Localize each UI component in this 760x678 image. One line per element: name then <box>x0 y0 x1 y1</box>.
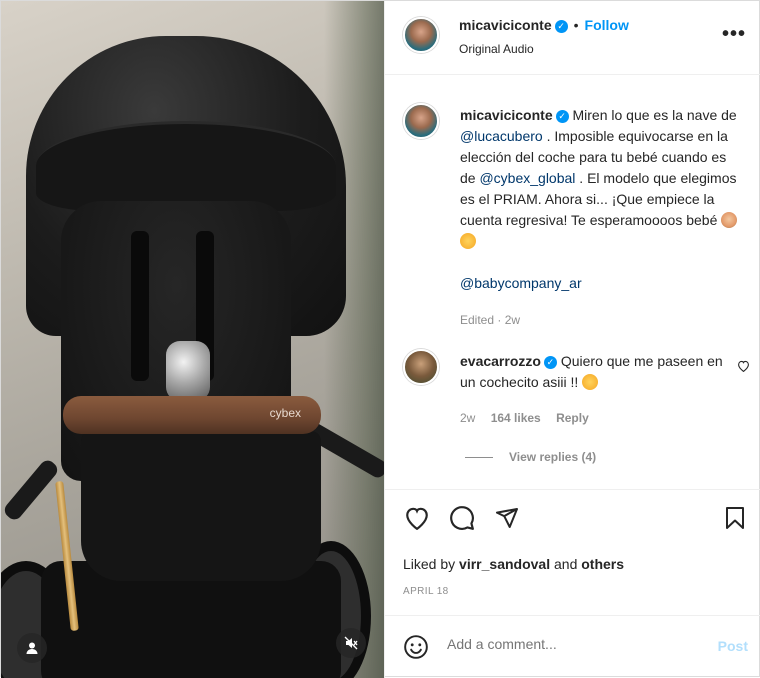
caption-part: Miren lo que es la nave de <box>572 107 737 123</box>
heart-icon <box>738 360 749 373</box>
verified-badge-icon: ✓ <box>555 110 569 123</box>
like-button[interactable] <box>403 504 431 532</box>
post-header: micaviciconte ✓ • Follow Original Audio ••• <box>385 1 760 75</box>
harness-strap-left <box>131 231 149 381</box>
caption-age[interactable]: 2w <box>505 313 520 327</box>
post-date[interactable]: APRIL 18 <box>403 586 449 597</box>
caption-text: micaviciconte ✓ Miren lo que es la nave d… <box>460 105 745 331</box>
stroller-frame-bar-left <box>1 457 61 523</box>
harness-buckle <box>166 341 210 401</box>
save-button[interactable] <box>721 504 749 532</box>
add-comment-bar: Post <box>385 615 760 678</box>
liked-by-others[interactable]: others <box>581 556 624 572</box>
follow-button[interactable]: Follow <box>585 17 629 33</box>
share-button[interactable] <box>493 504 521 532</box>
commenter-avatar[interactable] <box>403 349 439 385</box>
verified-badge-icon: ✓ <box>554 20 568 33</box>
comment-button[interactable] <box>448 504 476 532</box>
commenter-username[interactable]: evacarrozzo <box>460 353 541 369</box>
mute-button[interactable] <box>336 628 366 658</box>
user-icon <box>26 642 38 654</box>
action-bar <box>385 504 760 544</box>
post-media[interactable]: cybex <box>1 1 384 678</box>
speaker-muted-icon <box>344 636 358 650</box>
caption-author-avatar[interactable] <box>403 103 439 139</box>
tag-line: @babycompany_ar <box>460 273 745 294</box>
heart-eyes-emoji-icon <box>460 233 476 249</box>
post-comment-button[interactable]: Post <box>718 638 748 654</box>
smiley-icon <box>404 635 428 659</box>
view-replies-button[interactable]: View replies (4) <box>465 450 596 464</box>
view-replies-label: View replies (4) <box>509 450 597 464</box>
comment-input[interactable] <box>447 636 697 652</box>
mention-link[interactable]: @cybex_global <box>479 170 575 186</box>
user-tag-button[interactable] <box>17 633 47 663</box>
author-line: micaviciconte ✓ • Follow <box>459 17 629 33</box>
author-username[interactable]: micaviciconte <box>459 17 552 33</box>
mention-link[interactable]: @lucacubero <box>460 128 543 144</box>
stroller-canopy-brim <box>36 121 336 211</box>
more-options-button[interactable]: ••• <box>722 23 746 46</box>
author-avatar[interactable] <box>403 17 439 53</box>
comment-age[interactable]: 2w <box>460 411 475 425</box>
edited-label: Edited <box>460 313 495 327</box>
replies-divider <box>465 457 493 459</box>
separator-dot: • <box>573 17 579 33</box>
comment-like-button[interactable] <box>737 360 750 375</box>
instagram-post: cybex micaviciconte ✓ • Follow Original Aud… <box>0 0 760 678</box>
stroller-footwell <box>81 431 321 581</box>
emoji-picker-button[interactable] <box>403 634 429 663</box>
verified-badge-icon: ✓ <box>543 356 557 369</box>
likes-and: and <box>550 556 582 572</box>
stroller-bumper-bar: cybex <box>63 396 321 434</box>
reply-button[interactable]: Reply <box>556 411 589 425</box>
likes-prefix: Liked by <box>403 556 460 572</box>
cybex-logo: cybex <box>269 406 301 420</box>
comment-likes[interactable]: 164 likes <box>491 411 541 425</box>
heart-icon <box>406 507 428 530</box>
comment-meta: 2w 164 likes Reply <box>460 411 589 425</box>
paper-plane-icon <box>496 508 518 528</box>
liked-by-user[interactable]: virr_sandoval <box>459 556 550 572</box>
comments-section: micaviciconte ✓ Miren lo que es la nave d… <box>385 75 760 490</box>
post-side-panel: micaviciconte ✓ • Follow Original Audio •••… <box>384 1 760 678</box>
heart-eyes-emoji-icon <box>582 374 599 390</box>
caption-meta: Edited · 2w <box>460 313 521 327</box>
bookmark-icon <box>726 507 744 529</box>
caption-author-username[interactable]: micaviciconte <box>460 107 553 123</box>
audio-label[interactable]: Original Audio <box>459 42 534 56</box>
likes-summary: Liked by virr_sandoval and others <box>403 556 624 572</box>
speech-bubble-icon <box>450 506 474 530</box>
comment-text: evacarrozzo ✓ Quiero que me paseen en un … <box>460 351 725 393</box>
baby-emoji-icon <box>721 212 738 228</box>
mention-link[interactable]: @babycompany_ar <box>460 275 582 291</box>
